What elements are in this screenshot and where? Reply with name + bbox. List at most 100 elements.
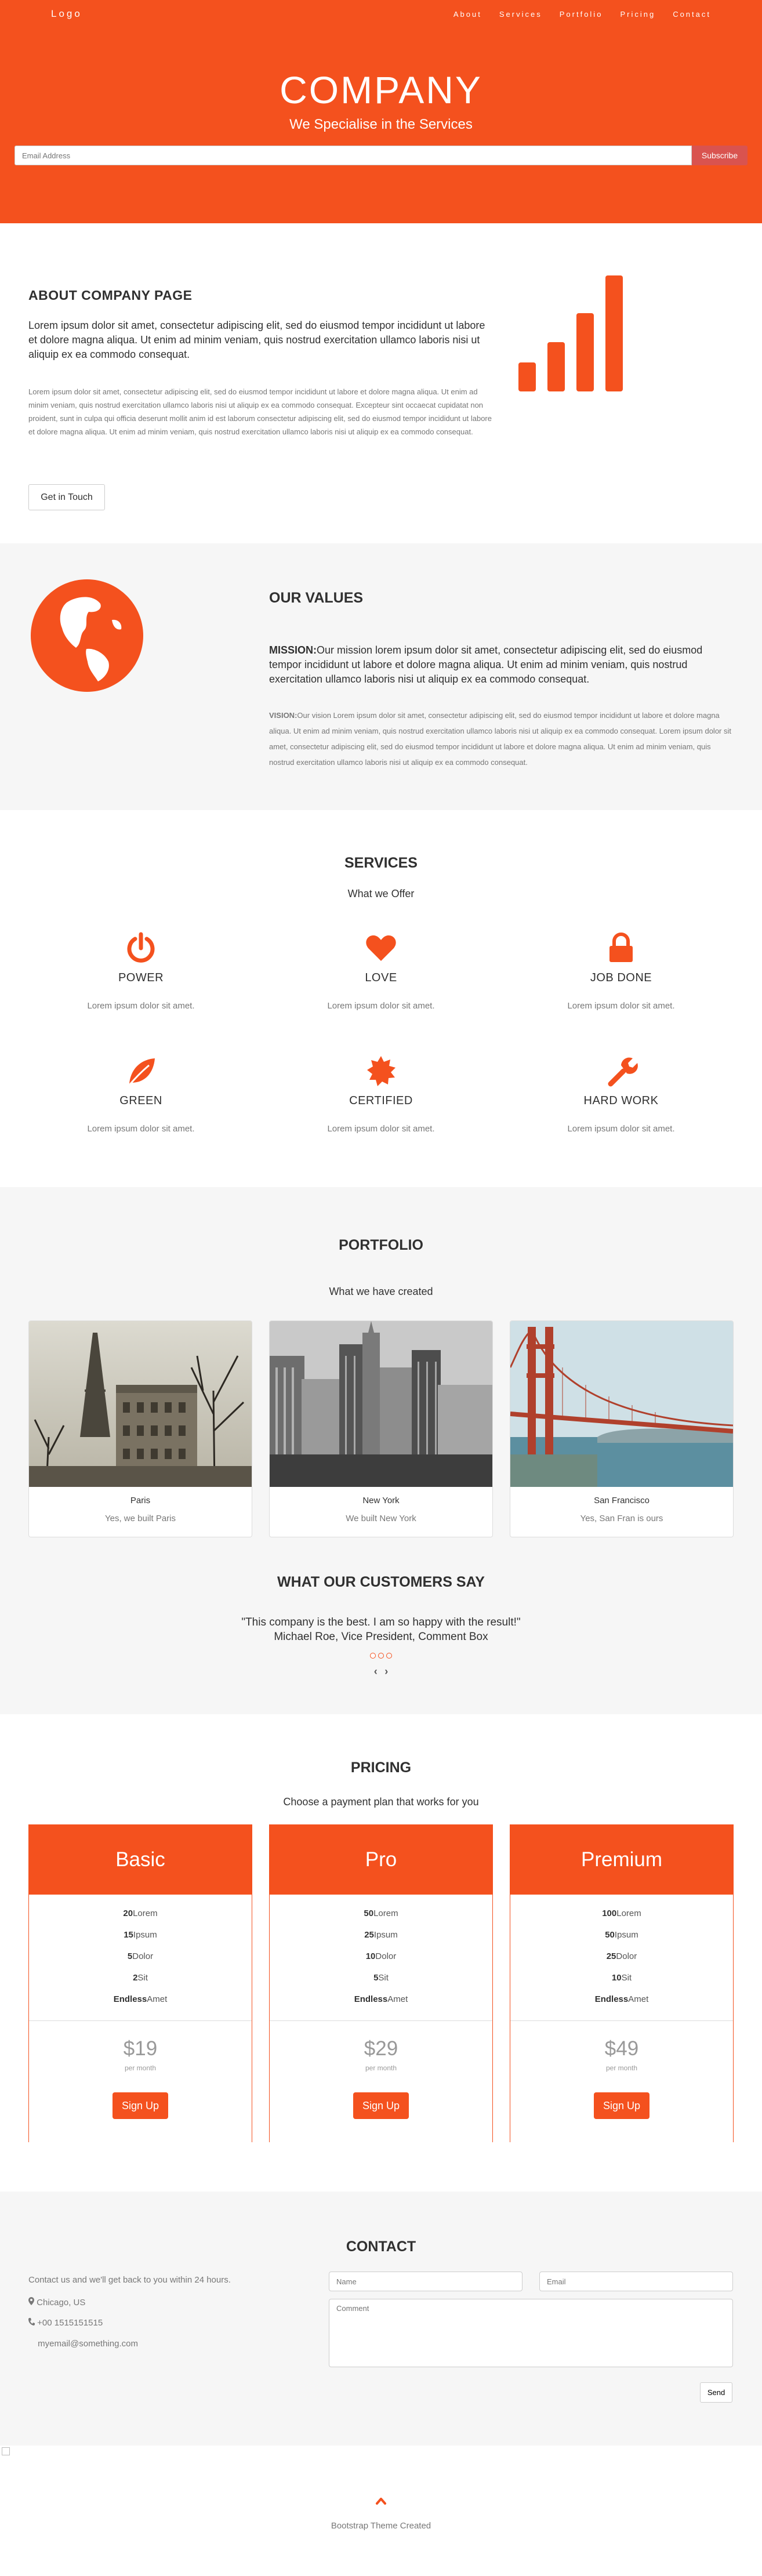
portfolio-caption: San Francisco <box>594 1496 649 1505</box>
carousel-dot[interactable] <box>370 1653 376 1659</box>
portfolio-desc: Yes, San Fran is ours <box>580 1514 663 1523</box>
plan-period: per month <box>365 2064 397 2072</box>
contact-intro: Contact us and we'll get back to you wit… <box>28 2275 231 2285</box>
footer-credit: Bootstrap Theme Created <box>331 2521 431 2531</box>
nav-link-services[interactable]: Services <box>499 10 542 19</box>
heart-icon <box>366 935 396 961</box>
mission-text: MISSION:Our mission lorem ipsum dolor si… <box>269 643 733 687</box>
quote-text: "This company is the best. I am so happy… <box>241 1616 521 1628</box>
power-icon <box>127 932 155 963</box>
nav-link-contact[interactable]: Contact <box>673 10 711 19</box>
plan-period: per month <box>605 2064 638 2072</box>
phone-icon <box>28 2318 35 2325</box>
pricing-title: PRICING <box>350 1759 412 1776</box>
hero-subtitle: We Specialise in the Services <box>289 117 473 132</box>
navbar: Logo About Services Portfolio Pricing Co… <box>0 0 762 28</box>
mission-body: Our mission lorem ipsum dolor sit amet, … <box>269 644 703 685</box>
plan-price: $19 <box>123 2037 158 2060</box>
logo[interactable]: Logo <box>51 8 82 20</box>
hero: COMPANY We Specialise in the Services Su… <box>0 0 762 223</box>
service-desc: Lorem ipsum dolor sit amet. <box>87 1124 195 1134</box>
service-desc: Lorem ipsum dolor sit amet. <box>567 1001 675 1011</box>
contact-phone: +00 1515151515 <box>28 2318 103 2328</box>
portfolio-card[interactable]: San Francisco Yes, San Fran is ours <box>510 1320 734 1537</box>
pricing-subtitle: Choose a payment plan that works for you <box>283 1796 479 1808</box>
service-desc: Lorem ipsum dolor sit amet. <box>327 1001 435 1011</box>
sign-up-button[interactable]: Sign Up <box>594 2092 649 2119</box>
pricing-card: Pro 50Lorem 25Ipsum 10Dolor 5Sit Endless… <box>269 1824 493 2142</box>
comment-field[interactable] <box>329 2299 733 2367</box>
feature-row: 5Dolor <box>127 1951 154 1961</box>
globe-icon <box>31 579 143 692</box>
service-item: JOB DONE Lorem ipsum dolor sit amet. <box>501 931 741 1011</box>
contact-section: CONTACT Contact us and we'll get back to… <box>0 2192 762 2446</box>
carousel-dot[interactable] <box>378 1653 384 1659</box>
email-input[interactable] <box>14 146 692 165</box>
feature-row: EndlessAmet <box>594 1994 649 2004</box>
get-in-touch-button[interactable]: Get in Touch <box>28 484 105 510</box>
email-field[interactable] <box>539 2272 733 2291</box>
name-field[interactable] <box>329 2272 522 2291</box>
portfolio-desc: Yes, we built Paris <box>104 1514 176 1523</box>
plan-features: 100Lorem 50Ipsum 25Dolor 10Sit EndlessAm… <box>510 1895 733 2010</box>
nav-link-portfolio[interactable]: Portfolio <box>560 10 603 19</box>
pricing-card: Premium 100Lorem 50Ipsum 25Dolor 10Sit E… <box>510 1824 734 2142</box>
san-francisco-image <box>510 1321 733 1487</box>
feature-row: 2Sit <box>133 1973 148 1983</box>
carousel-dot[interactable] <box>386 1653 392 1659</box>
contact-title: CONTACT <box>346 2238 416 2255</box>
plan-name: Premium <box>510 1825 733 1895</box>
feature-row: 20Lorem <box>123 1909 158 1918</box>
plan-features: 20Lorem 15Ipsum 5Dolor 2Sit EndlessAmet <box>29 1895 252 2010</box>
feature-row: 100Lorem <box>602 1909 641 1918</box>
plan-name: Basic <box>29 1825 252 1895</box>
plan-price: $29 <box>364 2037 398 2060</box>
pricing-section: PRICING Choose a payment plan that works… <box>0 1714 762 2192</box>
plan-footer: $19 per month Sign Up <box>29 2020 252 2142</box>
service-title: CERTIFIED <box>349 1094 413 1107</box>
lock-icon <box>609 933 633 962</box>
paris-image <box>29 1321 252 1487</box>
service-title: LOVE <box>365 971 397 984</box>
feature-row: 50Lorem <box>364 1909 398 1918</box>
values-section: OUR VALUES MISSION:Our mission lorem ips… <box>0 543 762 810</box>
contact-email: myemail@something.com <box>28 2339 138 2349</box>
testimonial-quote: "This company is the best. I am so happy… <box>0 1615 762 1644</box>
sign-up-button[interactable]: Sign Up <box>113 2092 168 2119</box>
feature-row: EndlessAmet <box>113 1994 168 2004</box>
nav-link-pricing[interactable]: Pricing <box>620 10 655 19</box>
nav-link-about[interactable]: About <box>453 10 482 19</box>
services-subtitle: What we Offer <box>347 888 415 899</box>
chevron-right-icon[interactable]: › <box>384 1666 388 1678</box>
services-section: SERVICES What we Offer POWER Lorem ipsum… <box>0 810 762 1187</box>
service-title: POWER <box>118 971 164 984</box>
chevron-left-icon[interactable]: ‹ <box>374 1666 378 1678</box>
portfolio-card[interactable]: New York We built New York <box>269 1320 493 1537</box>
chevron-up-icon[interactable] <box>375 2495 387 2507</box>
service-item: HARD WORK Lorem ipsum dolor sit amet. <box>501 1054 741 1134</box>
service-desc: Lorem ipsum dolor sit amet. <box>87 1001 195 1011</box>
portfolio-card[interactable]: Paris Yes, we built Paris <box>28 1320 252 1537</box>
service-item: LOVE Lorem ipsum dolor sit amet. <box>261 931 501 1011</box>
wrench-icon <box>608 1057 638 1087</box>
new-york-image <box>270 1321 492 1487</box>
service-title: GREEN <box>119 1094 162 1107</box>
send-button[interactable]: Send <box>700 2382 732 2403</box>
feature-row: 25Dolor <box>606 1951 637 1961</box>
map-marker-icon <box>28 2297 34 2305</box>
signal-icon <box>518 275 629 391</box>
subscribe-button[interactable]: Subscribe <box>692 146 748 165</box>
leaf-icon <box>128 1058 155 1086</box>
certificate-icon <box>367 1056 395 1086</box>
broken-image-icon <box>2 2447 10 2455</box>
vision-text: VISION:Our vision Lorem ipsum dolor sit … <box>269 708 738 770</box>
portfolio-desc: We built New York <box>346 1514 416 1523</box>
service-title: JOB DONE <box>590 971 652 984</box>
sign-up-button[interactable]: Sign Up <box>353 2092 409 2119</box>
about-title: ABOUT COMPANY PAGE <box>28 288 193 303</box>
quote-author: Michael Roe, Vice President, Comment Box <box>274 1631 488 1643</box>
about-body: Lorem ipsum dolor sit amet, consectetur … <box>28 387 492 436</box>
nav-links: About Services Portfolio Pricing Contact <box>436 10 711 19</box>
service-item: CERTIFIED Lorem ipsum dolor sit amet. <box>261 1054 501 1134</box>
service-desc: Lorem ipsum dolor sit amet. <box>567 1124 675 1134</box>
